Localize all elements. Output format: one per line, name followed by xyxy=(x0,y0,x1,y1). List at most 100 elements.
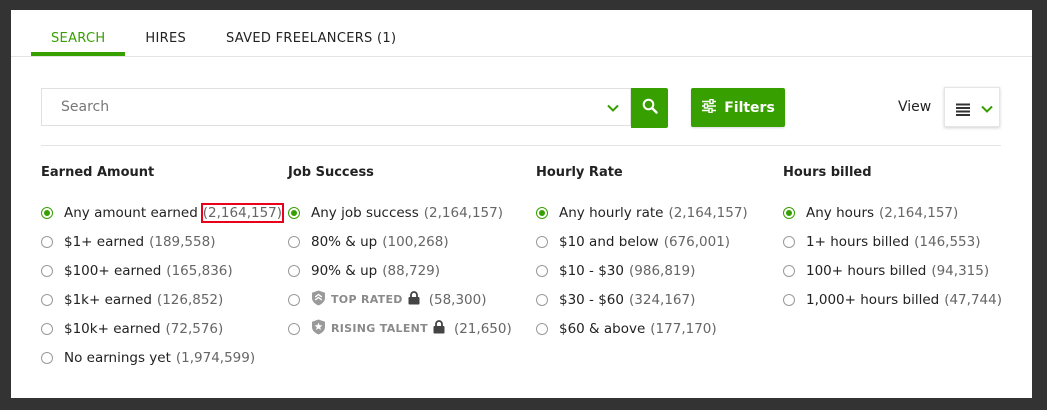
radio-option[interactable]: $60 & above (177,170) xyxy=(536,314,748,343)
option-label: RISING TALENT xyxy=(331,322,428,335)
radio-button[interactable] xyxy=(288,235,300,248)
earned-amount-filter: Earned Amount Any amount earned (2,164,1… xyxy=(41,165,285,372)
radio-option[interactable]: $1k+ earned (126,852) xyxy=(41,285,282,314)
option-count: (2,164,157) xyxy=(423,204,503,221)
option-count: (100,268) xyxy=(382,233,449,250)
option-label: $1+ earned xyxy=(64,233,145,250)
chevron-down-icon[interactable] xyxy=(606,100,620,114)
search-icon xyxy=(642,98,658,118)
radio-option[interactable]: Any amount earned (2,164,157) xyxy=(41,198,285,227)
option-count: (2,164,157) xyxy=(668,204,748,221)
tab-divider xyxy=(11,56,1032,57)
radio-option[interactable]: RISING TALENT (21,650) xyxy=(288,314,512,343)
option-count: (189,558) xyxy=(149,233,216,250)
radio-button[interactable] xyxy=(536,322,548,335)
option-label: $1k+ earned xyxy=(64,291,152,308)
radio-button[interactable] xyxy=(41,322,53,335)
radio-option[interactable]: Any job success (2,164,157) xyxy=(288,198,512,227)
radio-option[interactable]: 1,000+ hours billed (47,744) xyxy=(783,285,1002,314)
radio-button[interactable] xyxy=(536,264,548,277)
radio-button[interactable] xyxy=(288,293,300,306)
option-count: (177,170) xyxy=(650,320,717,337)
radio-option[interactable]: Any hours (2,164,157) xyxy=(783,198,1002,227)
option-count: (21,650) xyxy=(453,320,512,337)
option-count: (94,315) xyxy=(931,262,990,279)
section-divider xyxy=(41,145,1001,146)
option-label: $10k+ earned xyxy=(64,320,161,337)
radio-button[interactable] xyxy=(783,206,795,219)
radio-button[interactable] xyxy=(536,293,548,306)
radio-option[interactable]: 1+ hours billed (146,553) xyxy=(783,227,1002,256)
radio-option[interactable]: $10k+ earned (72,576) xyxy=(41,314,282,343)
tab-saved-freelancers[interactable]: SAVED FREELANCERS (1) xyxy=(206,10,416,56)
radio-option[interactable]: $30 - $60 (324,167) xyxy=(536,285,748,314)
filters-button[interactable]: Filters xyxy=(691,88,785,127)
radio-button[interactable] xyxy=(41,235,53,248)
search-button[interactable] xyxy=(631,88,668,128)
radio-option[interactable]: $10 - $30 (986,819) xyxy=(536,256,748,285)
option-count: (676,001) xyxy=(663,233,731,250)
option-label: TOP RATED xyxy=(331,293,403,306)
radio-button[interactable] xyxy=(288,264,300,277)
hours-billed-filter: Hours billed Any hours (2,164,157) 1+ ho… xyxy=(783,165,1002,314)
option-count: (324,167) xyxy=(629,291,696,308)
list-icon xyxy=(956,101,970,120)
radio-button[interactable] xyxy=(41,206,53,219)
radio-button[interactable] xyxy=(536,235,548,248)
option-count: (2,164,157) xyxy=(200,202,285,223)
radio-button[interactable] xyxy=(783,264,795,277)
option-label: Any hourly rate xyxy=(559,204,664,221)
radio-button[interactable] xyxy=(288,322,300,335)
option-count: (58,300) xyxy=(428,291,487,308)
top-rated-shield-icon xyxy=(311,290,326,310)
radio-option[interactable]: 100+ hours billed (94,315) xyxy=(783,256,1002,285)
option-count: (88,729) xyxy=(382,262,441,279)
radio-button[interactable] xyxy=(41,293,53,306)
option-label: 100+ hours billed xyxy=(806,262,927,279)
option-count: (165,836) xyxy=(166,262,233,279)
option-label: Any hours xyxy=(806,204,875,221)
option-label: 80% & up xyxy=(311,233,378,250)
option-label: No earnings yet xyxy=(64,349,171,366)
option-count: (1,974,599) xyxy=(175,349,256,366)
radio-option[interactable]: 80% & up (100,268) xyxy=(288,227,512,256)
chevron-down-icon xyxy=(980,101,994,120)
tab-search[interactable]: SEARCH xyxy=(31,10,126,56)
filter-title: Hours billed xyxy=(783,165,872,180)
view-label: View xyxy=(898,99,932,115)
option-label: $10 - $30 xyxy=(559,262,624,279)
tab-bar: SEARCH HIRES SAVED FREELANCERS (1) xyxy=(31,10,416,56)
radio-option[interactable]: TOP RATED (58,300) xyxy=(288,285,512,314)
option-label: Any job success xyxy=(311,204,419,221)
radio-button[interactable] xyxy=(288,206,300,219)
option-label: 1,000+ hours billed xyxy=(806,291,940,308)
search-box xyxy=(41,88,631,126)
radio-option[interactable]: No earnings yet (1,974,599) xyxy=(41,343,282,372)
rising-talent-shield-icon xyxy=(311,319,326,339)
option-label: 1+ hours billed xyxy=(806,233,910,250)
option-count: (146,553) xyxy=(914,233,981,250)
radio-option[interactable]: 90% & up (88,729) xyxy=(288,256,512,285)
sliders-icon xyxy=(701,98,717,117)
option-label: $60 & above xyxy=(559,320,646,337)
radio-option[interactable]: Any hourly rate (2,164,157) xyxy=(536,198,748,227)
search-panel: SEARCH HIRES SAVED FREELANCERS (1) Filte… xyxy=(11,10,1032,398)
hourly-rate-filter: Hourly Rate Any hourly rate (2,164,157) … xyxy=(536,165,748,343)
radio-button[interactable] xyxy=(783,293,795,306)
view-select[interactable] xyxy=(944,87,1000,127)
radio-button[interactable] xyxy=(41,264,53,277)
radio-button[interactable] xyxy=(536,206,548,219)
search-input[interactable] xyxy=(42,89,611,125)
radio-option[interactable]: $100+ earned (165,836) xyxy=(41,256,282,285)
lock-icon xyxy=(433,319,445,338)
option-count: (47,744) xyxy=(944,291,1002,308)
option-label: $30 - $60 xyxy=(559,291,624,308)
option-count: (986,819) xyxy=(629,262,696,279)
radio-button[interactable] xyxy=(41,351,53,364)
filters-label: Filters xyxy=(724,99,775,116)
tab-hires[interactable]: HIRES xyxy=(125,10,206,56)
option-count: (126,852) xyxy=(156,291,224,308)
radio-option[interactable]: $10 and below (676,001) xyxy=(536,227,748,256)
radio-option[interactable]: $1+ earned (189,558) xyxy=(41,227,282,256)
radio-button[interactable] xyxy=(783,235,795,248)
